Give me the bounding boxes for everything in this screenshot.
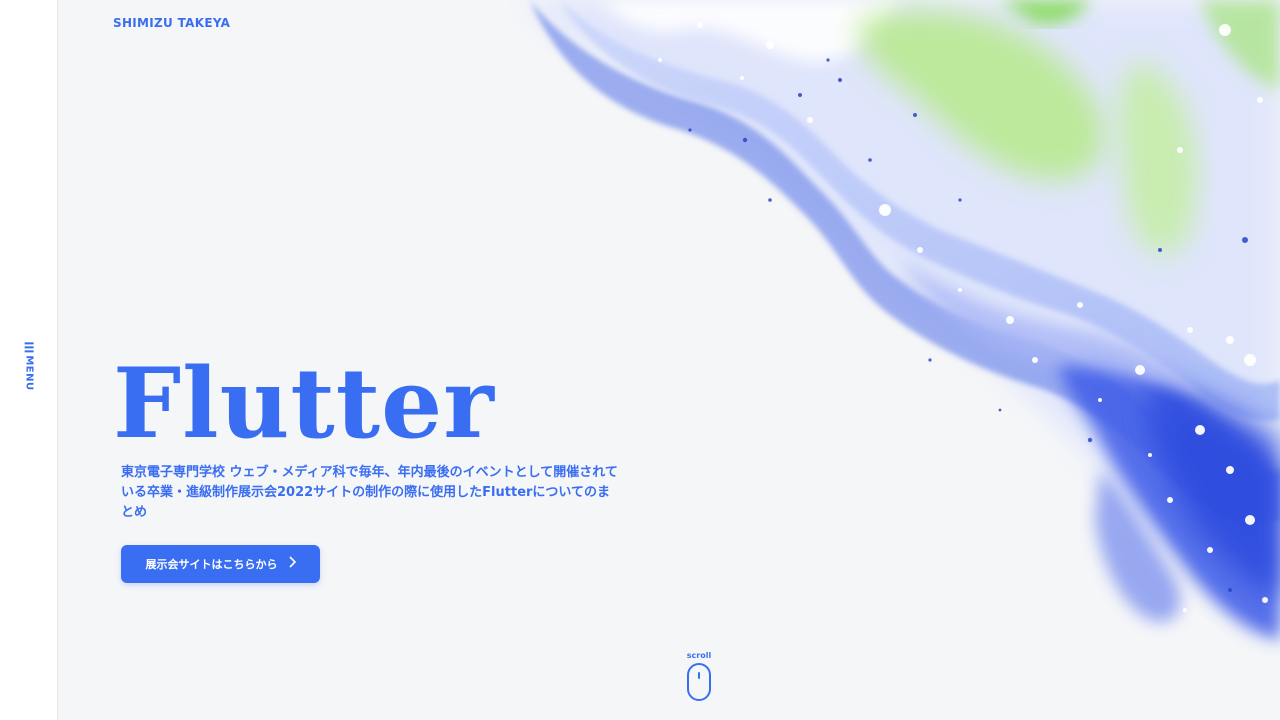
- sidebar: MENU: [0, 0, 58, 720]
- exhibition-site-button[interactable]: 展示会サイトはこちらから: [121, 545, 320, 583]
- chevron-right-icon: [288, 556, 296, 572]
- scroll-label: scroll: [686, 651, 712, 660]
- menu-button[interactable]: MENU: [19, 340, 39, 392]
- exhibition-site-button-label: 展示会サイトはこちらから: [145, 558, 278, 571]
- scroll-indicator[interactable]: scroll: [686, 651, 712, 701]
- site-name[interactable]: SHIMIZU TAKEYA: [113, 16, 230, 30]
- page: MENU SHIMIZU TAKEYA Flutter 東京電子専門学校 ウェブ…: [0, 0, 1280, 720]
- hero-description: 東京電子専門学校 ウェブ・メディア科で毎年、年内最後のイベントとして開催されてい…: [121, 465, 618, 520]
- mouse-icon: [687, 663, 711, 701]
- menu-label: MENU: [23, 354, 35, 391]
- hamburger-icon: [24, 341, 34, 352]
- page-title: Flutter: [113, 347, 495, 460]
